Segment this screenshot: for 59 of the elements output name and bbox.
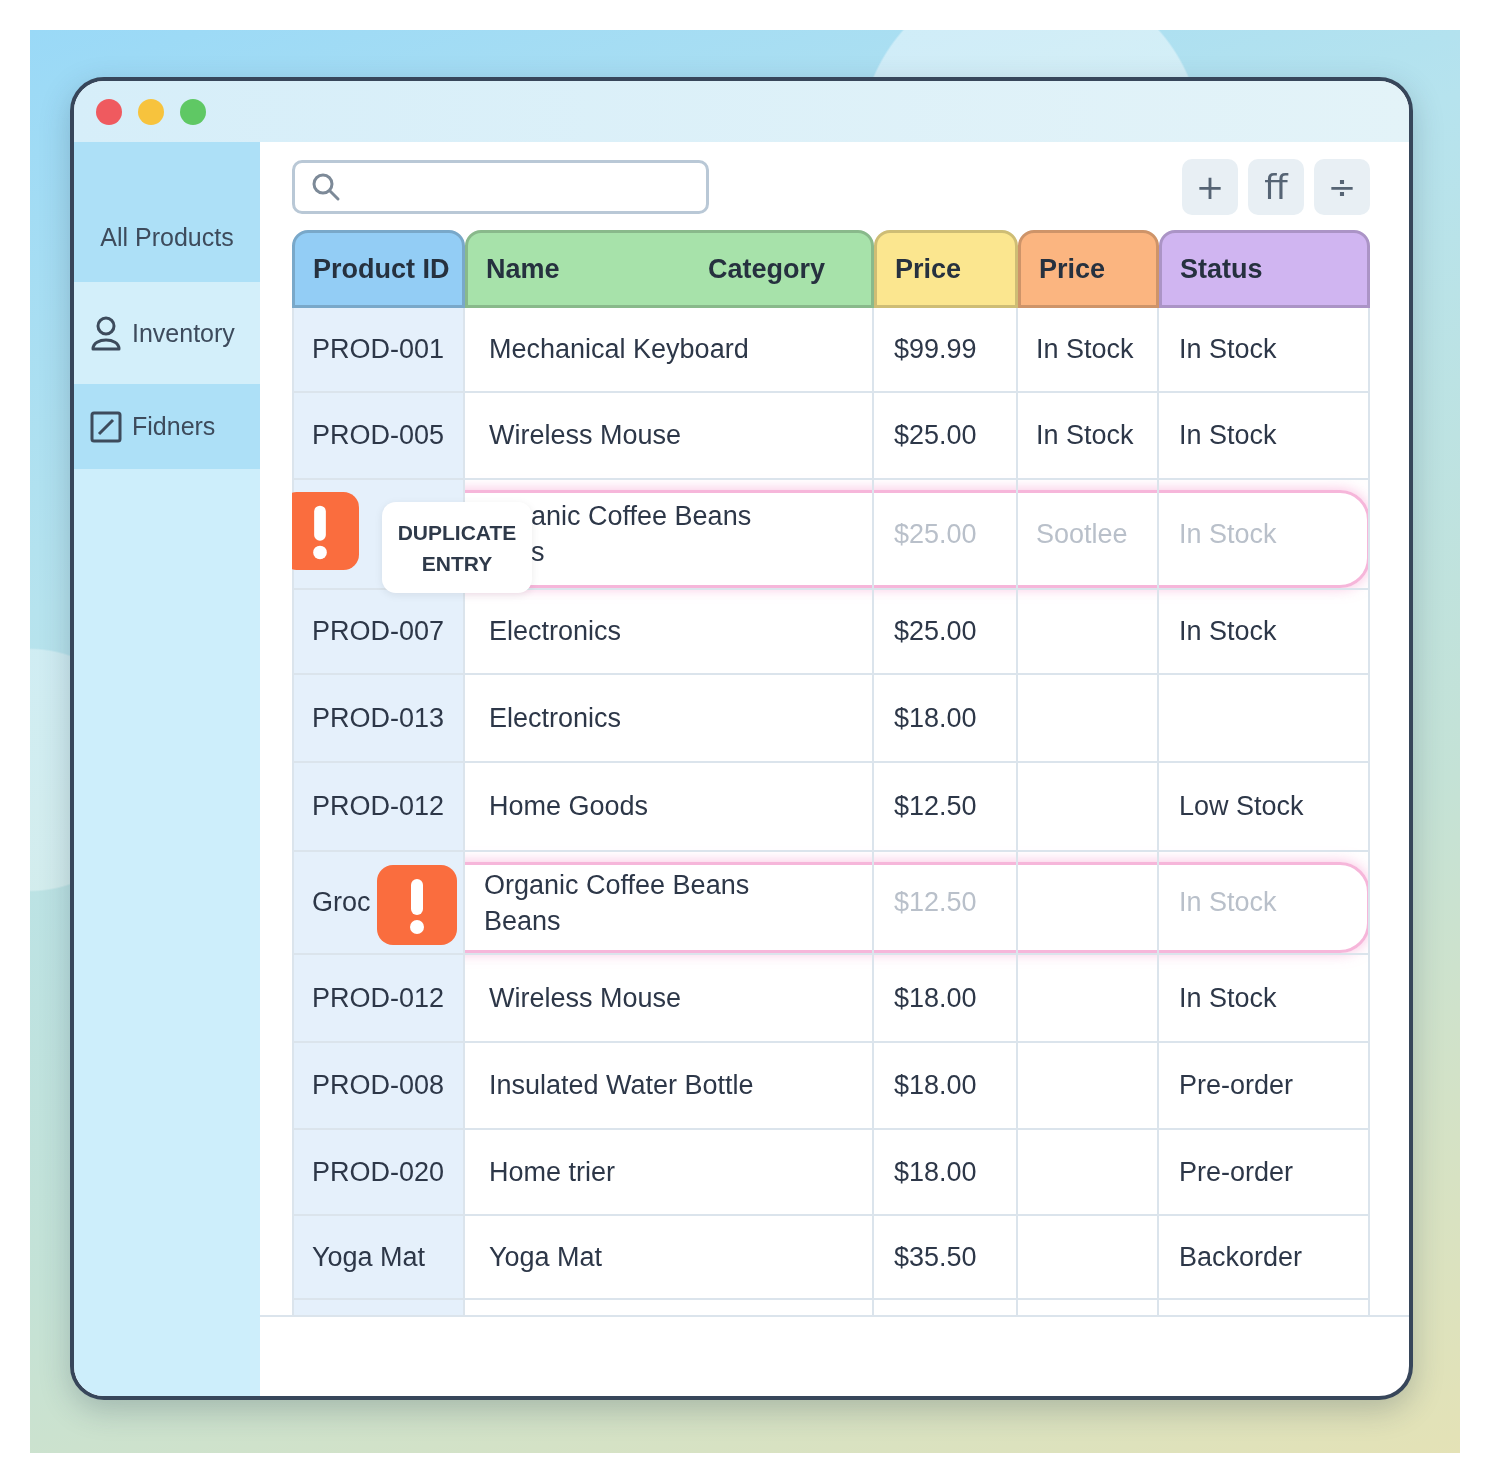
duplicate-badge: DUPLICATE ENTRY <box>382 502 532 593</box>
table-cell: PROD-005 <box>292 393 465 480</box>
table-cell: Mechanical Keyboard <box>465 308 874 393</box>
search-icon <box>311 171 341 202</box>
person-icon <box>90 315 122 351</box>
toolbar-button[interactable]: + <box>1182 158 1238 215</box>
table-cell: Insulated Water Bottle <box>465 1043 874 1130</box>
table-cell: PROD-007 <box>292 590 465 675</box>
table-cell: $12.50 <box>874 763 1018 852</box>
header-label[interactable]: Price <box>1039 253 1106 285</box>
table-cell: Wireless Mouse <box>465 955 874 1043</box>
table-cell: Home trier <box>465 1130 874 1216</box>
table-cell: $35.50 <box>874 1216 1018 1300</box>
table-cell: In Stock <box>1159 590 1370 675</box>
table-cell: Electronics <box>465 590 874 675</box>
table-cell: PROD-008 <box>292 1043 465 1130</box>
header-label[interactable]: Product ID <box>313 253 450 285</box>
window-control[interactable] <box>138 98 164 125</box>
table-cell: In Stock <box>1018 308 1159 393</box>
table-cell: Electronics <box>465 675 874 763</box>
table-cell: $18.00 <box>874 675 1018 763</box>
table-cell: PROD-020 <box>292 1130 465 1216</box>
sidebar-item[interactable]: All Products <box>74 142 260 282</box>
header-label[interactable]: Status <box>1180 253 1263 285</box>
window-control[interactable] <box>180 98 206 125</box>
table-cell: Pre-order <box>1159 1043 1370 1130</box>
sidebar-item[interactable]: Fidners <box>74 384 260 469</box>
edit-icon <box>90 410 122 443</box>
table-cell: Home Goods <box>465 763 874 852</box>
table-cell: In Stock <box>1159 308 1370 393</box>
table-cell: $99.99 <box>874 308 1018 393</box>
window-control[interactable] <box>96 98 122 125</box>
table-cell: $25.00 <box>874 590 1018 675</box>
table-cell: $25.00 <box>874 393 1018 480</box>
table-cell: $18.00 <box>874 1130 1018 1216</box>
exclamation-icon <box>377 865 457 945</box>
header-label[interactable]: Category <box>707 253 825 285</box>
table-cell: Pre-order <box>1159 1130 1370 1216</box>
table-cell: In Stock <box>1159 393 1370 480</box>
header-label[interactable]: Name <box>486 253 560 285</box>
table-cell: PROD-012 <box>292 955 465 1043</box>
table-cell: PROD-013 <box>292 675 465 763</box>
table-cell: Low Stock <box>1159 763 1370 852</box>
table-cell: Yoga Mat <box>292 1216 465 1300</box>
toolbar-button[interactable]: ff <box>1248 158 1304 215</box>
table-cell: In Stock <box>1018 393 1159 480</box>
table-cell: $18.00 <box>874 1043 1018 1130</box>
table-cell: Backorder <box>1159 1216 1370 1300</box>
table-cell: PROD-012 <box>292 763 465 852</box>
exclamation-icon <box>292 492 359 570</box>
table-cell: In Stock <box>1159 955 1370 1043</box>
table-cell: $18.00 <box>874 955 1018 1043</box>
table-cell: Wireless Mouse <box>465 393 874 480</box>
sidebar-item[interactable]: Inventory <box>74 282 260 384</box>
toolbar-button[interactable]: ÷ <box>1314 158 1370 215</box>
header-label[interactable]: Price <box>895 253 962 285</box>
search-field[interactable] <box>292 159 709 214</box>
table-cell: Yoga Mat <box>465 1216 874 1300</box>
table-cell: PROD-001 <box>292 308 465 393</box>
